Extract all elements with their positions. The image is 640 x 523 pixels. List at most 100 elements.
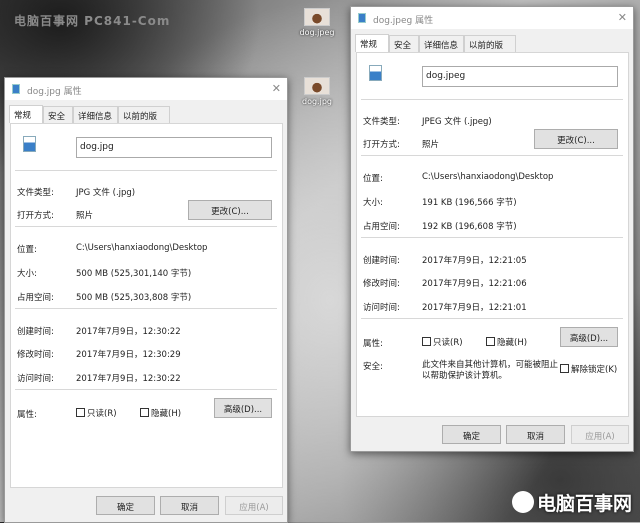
- desktop-icon-label: dog.jpg: [302, 97, 332, 106]
- value-location: C:\Users\hanxiaodong\Desktop: [422, 172, 554, 182]
- apply-button[interactable]: 应用(A): [571, 425, 629, 444]
- image-thumbnail-icon: [304, 77, 330, 95]
- ok-button[interactable]: 确定: [442, 425, 501, 444]
- close-icon[interactable]: ✕: [618, 11, 627, 24]
- hidden-checkbox[interactable]: 隐藏(H): [140, 407, 181, 419]
- tab-0[interactable]: 常规: [9, 105, 43, 123]
- hidden-checkbox[interactable]: 隐藏(H): [486, 336, 527, 348]
- checkbox-label: 解除锁定(K): [571, 365, 618, 375]
- dialog-title: dog.jpg 属性: [27, 87, 82, 97]
- security-text: 此文件来自其他计算机，可能被阻止以帮助保护该计算机。: [422, 360, 559, 381]
- value-created: 2017年7月9日，12:21:05: [422, 256, 527, 266]
- divider: [15, 308, 277, 309]
- checkbox-label: 只读(R): [433, 338, 463, 348]
- checkbox-box[interactable]: [422, 337, 431, 346]
- checkbox-box[interactable]: [486, 337, 495, 346]
- readonly-checkbox[interactable]: 只读(R): [422, 336, 463, 348]
- tab-2[interactable]: 详细信息: [419, 35, 464, 52]
- change-button[interactable]: 更改(C)...: [188, 200, 272, 220]
- close-icon[interactable]: ✕: [272, 82, 281, 95]
- label-location: 位置:: [17, 245, 37, 255]
- label-attributes: 属性:: [17, 410, 37, 420]
- divider: [361, 237, 623, 238]
- readonly-checkbox[interactable]: 只读(R): [76, 407, 117, 419]
- label-attributes: 属性:: [363, 339, 383, 349]
- divider: [15, 170, 277, 171]
- title-bar: dog.jpg 属性: [5, 78, 287, 100]
- label-accessed: 访问时间:: [363, 303, 400, 313]
- label-size: 大小:: [363, 198, 383, 208]
- image-thumbnail-icon: [304, 8, 330, 26]
- advanced-button[interactable]: 高级(D)...: [214, 398, 272, 418]
- checkbox-label: 隐藏(H): [497, 338, 528, 348]
- image-file-icon: [23, 136, 36, 152]
- label-disk: 占用空间:: [17, 293, 54, 303]
- tab-3[interactable]: 以前的版本: [464, 35, 516, 63]
- value-modified: 2017年7月9日，12:30:29: [76, 350, 181, 360]
- desktop-icon-dog-jpg[interactable]: dog.jpg: [297, 77, 337, 106]
- label-security: 安全:: [363, 362, 383, 372]
- cancel-button[interactable]: 取消: [160, 496, 219, 515]
- change-button[interactable]: 更改(C)...: [534, 129, 618, 149]
- logo-text: 电脑百事网: [536, 493, 632, 515]
- divider: [361, 155, 623, 156]
- tab-1[interactable]: 安全: [43, 106, 73, 123]
- checkbox-box[interactable]: [560, 364, 569, 373]
- advanced-button[interactable]: 高级(D)...: [560, 327, 618, 347]
- value-accessed: 2017年7月9日，12:21:01: [422, 303, 527, 313]
- divider: [15, 226, 277, 227]
- checkbox-label: 只读(R): [87, 409, 117, 419]
- image-file-icon: [358, 13, 366, 23]
- watermark: 电脑百事网 PC841-Com: [14, 14, 171, 28]
- value-open: 照片: [76, 211, 94, 221]
- label-modified: 修改时间:: [17, 350, 54, 360]
- tab-3[interactable]: 以前的版本: [118, 106, 170, 134]
- tab-1[interactable]: 安全: [389, 35, 419, 52]
- value-disk: 500 MB (525,303,808 字节): [76, 293, 192, 303]
- checkbox-box[interactable]: [140, 408, 149, 417]
- value-disk: 192 KB (196,608 字节): [422, 222, 517, 232]
- image-file-icon: [369, 65, 382, 81]
- tab-2[interactable]: 详细信息: [73, 106, 118, 123]
- label-open: 打开方式:: [363, 140, 400, 150]
- label-disk: 占用空间:: [363, 222, 400, 232]
- value-size: 500 MB (525,301,140 字节): [76, 269, 192, 279]
- filename-input[interactable]: dog.jpg: [76, 137, 272, 158]
- label-modified: 修改时间:: [363, 279, 400, 289]
- desktop-icon-dog-jpeg[interactable]: dog.jpeg: [297, 8, 337, 37]
- unblock-checkbox[interactable]: 解除锁定(K): [560, 363, 617, 375]
- value-type: JPG 文件 (.jpg): [76, 188, 136, 198]
- label-open: 打开方式:: [17, 211, 54, 221]
- label-created: 创建时间:: [17, 327, 54, 337]
- label-location: 位置:: [363, 174, 383, 184]
- value-created: 2017年7月9日，12:30:22: [76, 327, 181, 337]
- properties-dialog: dog.jpg 属性 ✕ 常规安全详细信息以前的版本 dog.jpg 文件类型: J…: [4, 77, 288, 523]
- checkbox-label: 隐藏(H): [151, 409, 182, 419]
- value-accessed: 2017年7月9日，12:30:22: [76, 374, 181, 384]
- dialog-title: dog.jpeg 属性: [373, 16, 434, 26]
- label-accessed: 访问时间:: [17, 374, 54, 384]
- image-file-icon: [12, 84, 20, 94]
- logo-mark-icon: [511, 491, 534, 513]
- title-bar: dog.jpeg 属性: [351, 7, 633, 29]
- site-logo: 电脑百事网: [511, 489, 632, 516]
- filename-input[interactable]: dog.jpeg: [422, 66, 618, 87]
- value-size: 191 KB (196,566 字节): [422, 198, 517, 208]
- value-modified: 2017年7月9日，12:21:06: [422, 279, 527, 289]
- label-size: 大小:: [17, 269, 37, 279]
- label-type: 文件类型:: [17, 188, 54, 198]
- properties-dialog: dog.jpeg 属性 ✕ 常规安全详细信息以前的版本 dog.jpeg 文件类型…: [350, 6, 634, 452]
- divider: [361, 99, 623, 100]
- checkbox-box[interactable]: [76, 408, 85, 417]
- divider: [361, 318, 623, 319]
- tab-0[interactable]: 常规: [355, 34, 389, 52]
- label-type: 文件类型:: [363, 117, 400, 127]
- label-created: 创建时间:: [363, 256, 400, 266]
- value-open: 照片: [422, 140, 440, 150]
- general-panel: [10, 123, 283, 488]
- ok-button[interactable]: 确定: [96, 496, 155, 515]
- divider: [15, 389, 277, 390]
- cancel-button[interactable]: 取消: [506, 425, 565, 444]
- value-location: C:\Users\hanxiaodong\Desktop: [76, 243, 208, 253]
- apply-button[interactable]: 应用(A): [225, 496, 283, 515]
